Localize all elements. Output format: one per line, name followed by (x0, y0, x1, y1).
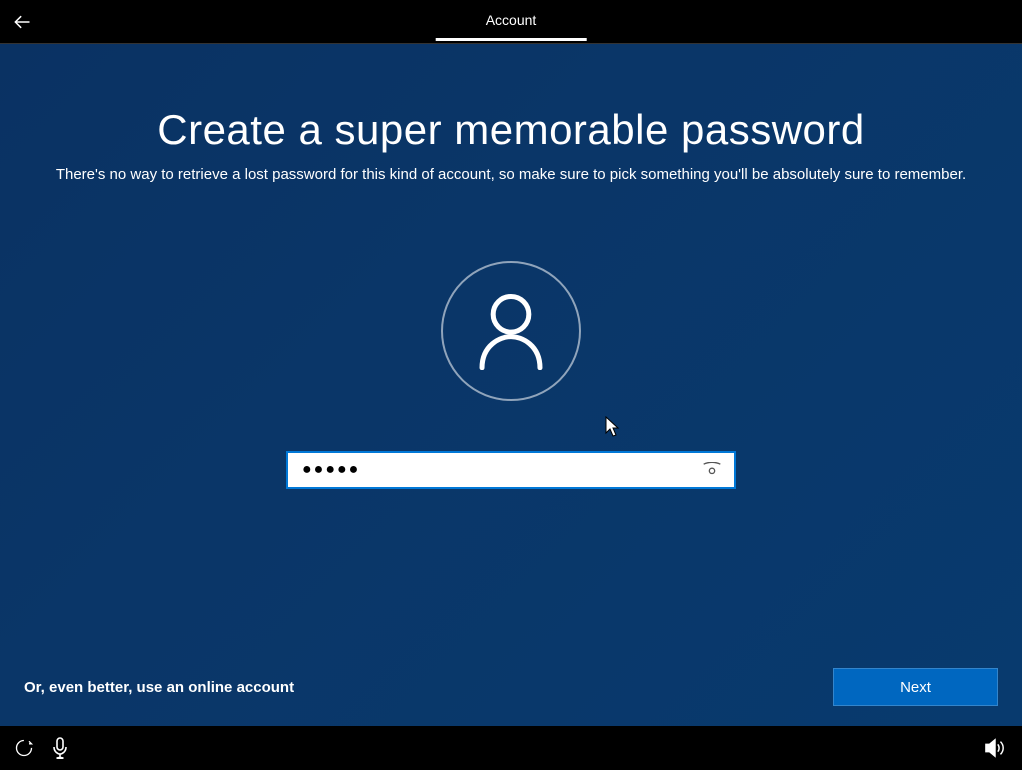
microphone-icon (52, 737, 68, 759)
main-content: Create a super memorable password There'… (0, 44, 1022, 726)
speaker-icon (984, 738, 1006, 758)
bottom-action-row: Or, even better, use an online account N… (0, 668, 1022, 706)
use-online-account-link[interactable]: Or, even better, use an online account (24, 679, 294, 696)
tab-account[interactable]: Account (436, 2, 587, 41)
cursor-icon (605, 416, 621, 443)
next-button[interactable]: Next (833, 668, 998, 706)
accessibility-icon (14, 738, 34, 758)
arrow-left-icon (12, 12, 32, 32)
password-reveal-button[interactable] (700, 458, 724, 482)
avatar-placeholder (441, 261, 581, 401)
eye-icon (702, 462, 722, 478)
password-field-container (286, 451, 736, 489)
page-subtitle: There's no way to retrieve a lost passwo… (56, 166, 966, 183)
cortana-mic-button[interactable] (52, 737, 68, 759)
ease-of-access-button[interactable] (14, 738, 34, 758)
volume-button[interactable] (984, 738, 1006, 758)
top-bar: Account (0, 0, 1022, 44)
password-input[interactable] (302, 461, 700, 479)
user-icon (475, 292, 547, 370)
page-title: Create a super memorable password (157, 106, 865, 154)
back-button[interactable] (0, 0, 44, 44)
status-bar (0, 726, 1022, 770)
